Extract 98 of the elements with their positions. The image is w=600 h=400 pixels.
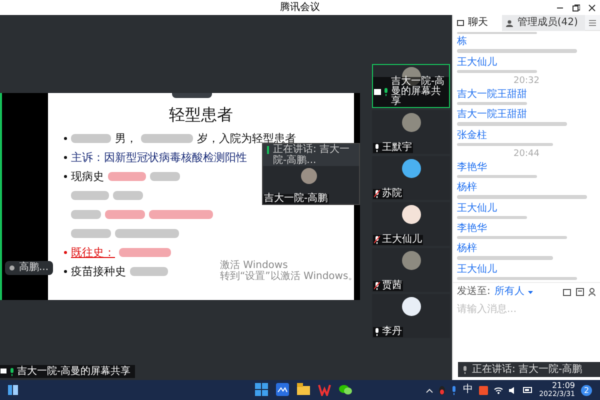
- blurred-text: [71, 210, 101, 219]
- activation-notice: 激活 Windows: [220, 260, 289, 271]
- chat-sender[interactable]: 张金柱: [457, 130, 487, 141]
- participant-name: 贾茜: [382, 281, 402, 291]
- bullet-icon: [64, 137, 67, 140]
- meeting-app-icon[interactable]: [276, 383, 289, 396]
- blurred-text: [115, 229, 179, 238]
- recipient-dropdown[interactable]: 所有人: [494, 287, 524, 297]
- blurred-text: [141, 134, 193, 143]
- bullet-icon: [64, 270, 67, 273]
- activation-notice: 转到“设置”以激活 Windows。: [220, 271, 358, 282]
- person-icon[interactable]: [588, 288, 596, 296]
- participant-tile[interactable]: 吉大一院-高曼的屏幕共享: [372, 64, 450, 108]
- microphone-icon: [9, 368, 15, 376]
- participant-name: 王大仙儿: [382, 235, 422, 245]
- slide-text: 现病史: [71, 171, 104, 182]
- chat-sender[interactable]: 李艳华: [457, 162, 487, 174]
- notification-badge[interactable]: 2: [581, 384, 592, 396]
- widgets-icon[interactable]: [8, 385, 18, 395]
- speaking-text: 正在讲话: 吉大一院-高鹏: [472, 364, 582, 374]
- chat-app-icon[interactable]: [339, 383, 352, 396]
- blurred-text: [71, 191, 109, 200]
- slide-title: 轻型患者: [168, 105, 234, 125]
- blurred-text: [457, 102, 527, 106]
- speaking-icon: [267, 146, 270, 154]
- caret-icon[interactable]: [528, 290, 534, 294]
- blurred-text: [457, 216, 527, 219]
- microphone-icon: [462, 366, 468, 374]
- blurred-text: [113, 191, 143, 200]
- participant-tile[interactable]: 贾茜: [372, 248, 450, 292]
- battery-icon[interactable]: [523, 387, 534, 393]
- message-input-field[interactable]: 请输入消息...: [457, 301, 596, 317]
- participant-name: 李丹: [382, 327, 402, 337]
- blurred-text: [149, 210, 213, 219]
- chat-sender[interactable]: 王大仙儿: [457, 56, 497, 68]
- participant-name: 苏院: [382, 189, 402, 199]
- participant-tile[interactable]: 王大仙儿: [372, 202, 450, 246]
- avatar-photo: [402, 251, 421, 270]
- slide-text: 主诉：因新型冠状病毒核酸检测阳性: [71, 152, 247, 163]
- microphone-icon[interactable]: [451, 386, 458, 394]
- avatar-picture: [402, 159, 421, 178]
- participant-tile[interactable]: 李丹: [372, 294, 450, 338]
- presenter-name: 吉大一院-高曼的屏幕共享: [17, 366, 131, 376]
- send-to-label: 发送至:: [457, 287, 490, 297]
- avatar-photo: [402, 113, 421, 132]
- chat-tab[interactable]: 管理成员(42): [502, 15, 586, 31]
- participant-tile[interactable]: 苏院: [372, 156, 450, 200]
- avatar-photo: [301, 168, 317, 184]
- start-icon[interactable]: [255, 383, 268, 396]
- chat-timestamp: 20:32: [514, 75, 540, 88]
- slide-text: 男，: [115, 133, 137, 144]
- chat-sender[interactable]: 栋: [457, 36, 467, 48]
- office-app-icon[interactable]: [318, 383, 331, 396]
- screenshot-icon[interactable]: [576, 288, 584, 296]
- input-app-icon[interactable]: [479, 386, 488, 394]
- wifi-icon[interactable]: [494, 386, 504, 394]
- blurred-text: [105, 210, 145, 219]
- input-method-indicator[interactable]: 中: [463, 385, 474, 395]
- participant-name: 吉大一院-高鹏: [263, 194, 329, 204]
- chat-sender[interactable]: 王大仙儿: [457, 264, 497, 275]
- blurred-text: [71, 229, 111, 238]
- chat-sender[interactable]: 杨梓: [457, 243, 477, 254]
- close-icon[interactable]: [588, 4, 596, 12]
- folder-icon[interactable]: [297, 383, 310, 396]
- chat-sender[interactable]: 吉大一院王甜甜: [457, 109, 527, 120]
- chevron-up-icon[interactable]: [426, 388, 434, 392]
- cat-avatar: [402, 205, 421, 224]
- chat-sender[interactable]: 吉大一院王甜甜: [457, 89, 527, 100]
- speaking-label: 正在讲话: 吉大一院-高鹏...: [273, 144, 351, 166]
- side-label: 高鹏...: [19, 263, 49, 273]
- bullet-icon: [64, 251, 67, 254]
- screen-share-icon: [0, 368, 7, 375]
- blurred-text: [130, 267, 168, 276]
- window-title: 腾讯会议: [280, 2, 320, 12]
- slide-text: 既往史：: [71, 247, 115, 258]
- chat-tab[interactable]: 聊天: [453, 15, 502, 31]
- avatar-picture: [402, 297, 421, 316]
- chat-sender[interactable]: 李艳华: [457, 223, 487, 234]
- blurred-text: [108, 172, 146, 181]
- participant-tile[interactable]: 王默宇: [372, 110, 450, 154]
- blurred-text: [150, 172, 180, 181]
- chat-sender[interactable]: 杨梓: [457, 182, 477, 194]
- chat-timestamp: 20:44: [514, 148, 540, 160]
- file-icon[interactable]: [563, 288, 572, 296]
- blurred-text: [119, 248, 171, 257]
- menu-icon[interactable]: [589, 20, 596, 26]
- participant-name: 吉大一院-高曼的屏幕共享: [391, 77, 446, 107]
- avatar-photo: [402, 67, 421, 86]
- bullet-icon: [64, 175, 67, 178]
- bullet-icon: [64, 156, 67, 159]
- share-toolbar-pill[interactable]: [172, 93, 212, 98]
- participant-name: 王默宇: [382, 143, 412, 153]
- slide-text: 疫苗接种史: [71, 266, 126, 277]
- chat-bubble-icon: [457, 20, 464, 26]
- people-icon: [506, 20, 514, 26]
- blurred-text: [71, 134, 111, 143]
- restore-icon[interactable]: [572, 4, 580, 12]
- chat-sender[interactable]: 王大仙儿: [457, 202, 497, 214]
